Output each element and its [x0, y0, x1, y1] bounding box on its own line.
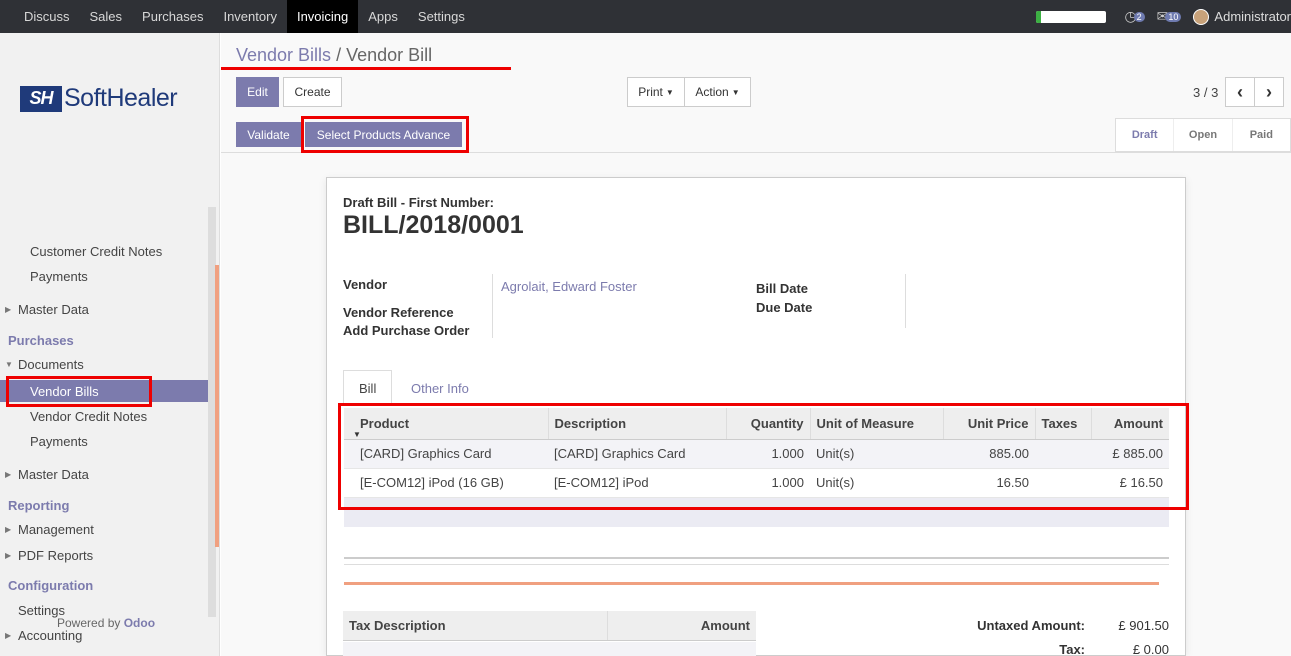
top-navbar: Discuss Sales Purchases Inventory Invoic… [0, 0, 1291, 33]
sidebar-item-pdf-reports[interactable]: ▶ PDF Reports [0, 544, 208, 566]
menu-sales[interactable]: Sales [80, 0, 133, 33]
caret-down-icon: ▼ [731, 87, 740, 97]
company-logo: SH SoftHealer [20, 84, 178, 113]
accent-divider [344, 582, 1159, 585]
breadcrumb: Vendor Bills / Vendor Bill [236, 45, 432, 66]
vendor-link[interactable]: Agrolait, Edward Foster [501, 279, 637, 294]
menu-settings[interactable]: Settings [408, 0, 475, 33]
caret-right-icon: ▶ [5, 304, 12, 314]
powered-by-brand[interactable]: Odoo [124, 616, 155, 630]
breadcrumb-vendor-bills[interactable]: Vendor Bills [236, 45, 331, 65]
sidebar-item-customer-credit-notes[interactable]: Customer Credit Notes [0, 240, 208, 262]
logo-mark: SH [20, 85, 62, 112]
sidebar-section-configuration: Configuration [8, 578, 94, 593]
menu-purchases[interactable]: Purchases [132, 0, 213, 33]
logo-text: SoftHealer [64, 84, 178, 112]
caret-right-icon: ▶ [5, 469, 12, 479]
caret-right-icon: ▶ [5, 630, 12, 640]
sidebar-section-reporting: Reporting [8, 498, 70, 513]
annotation-underline [221, 67, 511, 70]
messages-button[interactable]: ✉ 10 [1157, 8, 1182, 25]
powered-by: Powered by Odoo [57, 616, 155, 630]
annotation-box-vendor-bills [6, 376, 152, 407]
menu-inventory[interactable]: Inventory [213, 0, 286, 33]
app-menu: Discuss Sales Purchases Inventory Invoic… [0, 0, 475, 33]
field-divider [492, 274, 493, 338]
column-tax-amount: Amount [700, 618, 750, 633]
tab-other-info[interactable]: Other Info [411, 370, 469, 406]
tax-table-header: Tax Description Amount [343, 611, 756, 641]
untaxed-amount-value: £ 901.50 [1118, 618, 1169, 633]
vendor-reference-label: Vendor Reference [343, 305, 454, 320]
sidebar-item-label: Management [18, 521, 94, 537]
activity-button[interactable]: ◷ 2 [1124, 8, 1145, 25]
sidebar-item-label: Documents [18, 356, 84, 372]
tax-value: £ 0.00 [1132, 642, 1169, 656]
action-label: Action [695, 85, 729, 99]
sidebar-item-label: PDF Reports [18, 547, 94, 563]
annotation-box-lines [338, 403, 1189, 510]
due-date-label: Due Date [756, 300, 813, 315]
avatar[interactable] [1193, 8, 1210, 25]
progress-fill [1036, 10, 1041, 23]
action-dropdown[interactable]: Action ▼ [684, 77, 751, 107]
pager-value: 3 / 3 [1193, 85, 1219, 100]
powered-by-prefix: Powered by [57, 616, 121, 630]
user-menu[interactable]: Administrator [1214, 9, 1291, 24]
sidebar-item-payments-purchases[interactable]: Payments [0, 430, 208, 452]
sidebar-section-purchases: Purchases [8, 333, 74, 348]
section-divider [344, 557, 1169, 565]
status-draft: Draft [1131, 129, 1158, 141]
status-bar: Draft Open Paid [1115, 118, 1291, 152]
status-open[interactable]: Open [1173, 119, 1231, 151]
create-button[interactable]: Create [283, 77, 342, 107]
vendor-label: Vendor [343, 277, 388, 292]
sidebar-item-label: Master Data [18, 301, 89, 317]
sidebar-item-master-data-purchases[interactable]: ▶ Master Data [0, 463, 208, 485]
tax-table-row [343, 642, 756, 656]
sidebar-item-payments[interactable]: Payments [0, 265, 208, 287]
messages-count: 10 [1165, 11, 1182, 22]
sidebar-item-master-data[interactable]: ▶ Master Data [0, 298, 208, 320]
activity-count: 2 [1133, 11, 1145, 22]
menu-apps[interactable]: Apps [358, 0, 408, 33]
status-paid[interactable]: Paid [1231, 119, 1290, 151]
tab-bill[interactable]: Bill [343, 370, 393, 406]
add-purchase-order-label: Add Purchase Order [343, 323, 470, 338]
pager-previous-button[interactable]: ‹ [1225, 77, 1255, 107]
tax-label: Tax: [1059, 642, 1085, 656]
annotation-box-select-products [301, 116, 469, 153]
caret-down-icon: ▼ [5, 359, 13, 369]
menu-invoicing[interactable]: Invoicing [286, 0, 359, 33]
pager-next-button[interactable]: › [1254, 77, 1284, 107]
breadcrumb-separator: / [336, 45, 342, 65]
caret-down-icon: ▼ [665, 87, 674, 97]
document-subtitle: Draft Bill - First Number: [343, 195, 494, 210]
systray: ◷ 2 ✉ 10 Administrator [1036, 0, 1291, 33]
sidebar-item-management[interactable]: ▶ Management [0, 518, 208, 540]
notebook-tabs: Bill Other Info [343, 370, 1169, 406]
field-divider [905, 274, 906, 328]
caret-right-icon: ▶ [5, 550, 12, 560]
breadcrumb-current: Vendor Bill [346, 45, 433, 65]
caret-right-icon: ▶ [5, 524, 12, 534]
document-title: BILL/2018/0001 [343, 211, 524, 239]
sidebar-item-vendor-credit-notes[interactable]: Vendor Credit Notes [0, 405, 208, 427]
validate-button[interactable]: Validate [236, 122, 301, 147]
print-dropdown[interactable]: Print ▼ [627, 77, 685, 107]
sidebar-item-documents[interactable]: ▼ Documents [0, 353, 208, 375]
bill-date-label: Bill Date [756, 281, 809, 296]
untaxed-amount-label: Untaxed Amount: [977, 618, 1085, 633]
sidebar-scroll-thumb[interactable] [215, 265, 219, 547]
column-tax-description: Tax Description [343, 611, 608, 640]
print-label: Print [638, 85, 663, 99]
menu-discuss[interactable]: Discuss [14, 0, 80, 33]
sidebar-item-label: Master Data [18, 466, 89, 482]
edit-button[interactable]: Edit [236, 77, 279, 107]
onboarding-progress[interactable] [1036, 10, 1107, 23]
